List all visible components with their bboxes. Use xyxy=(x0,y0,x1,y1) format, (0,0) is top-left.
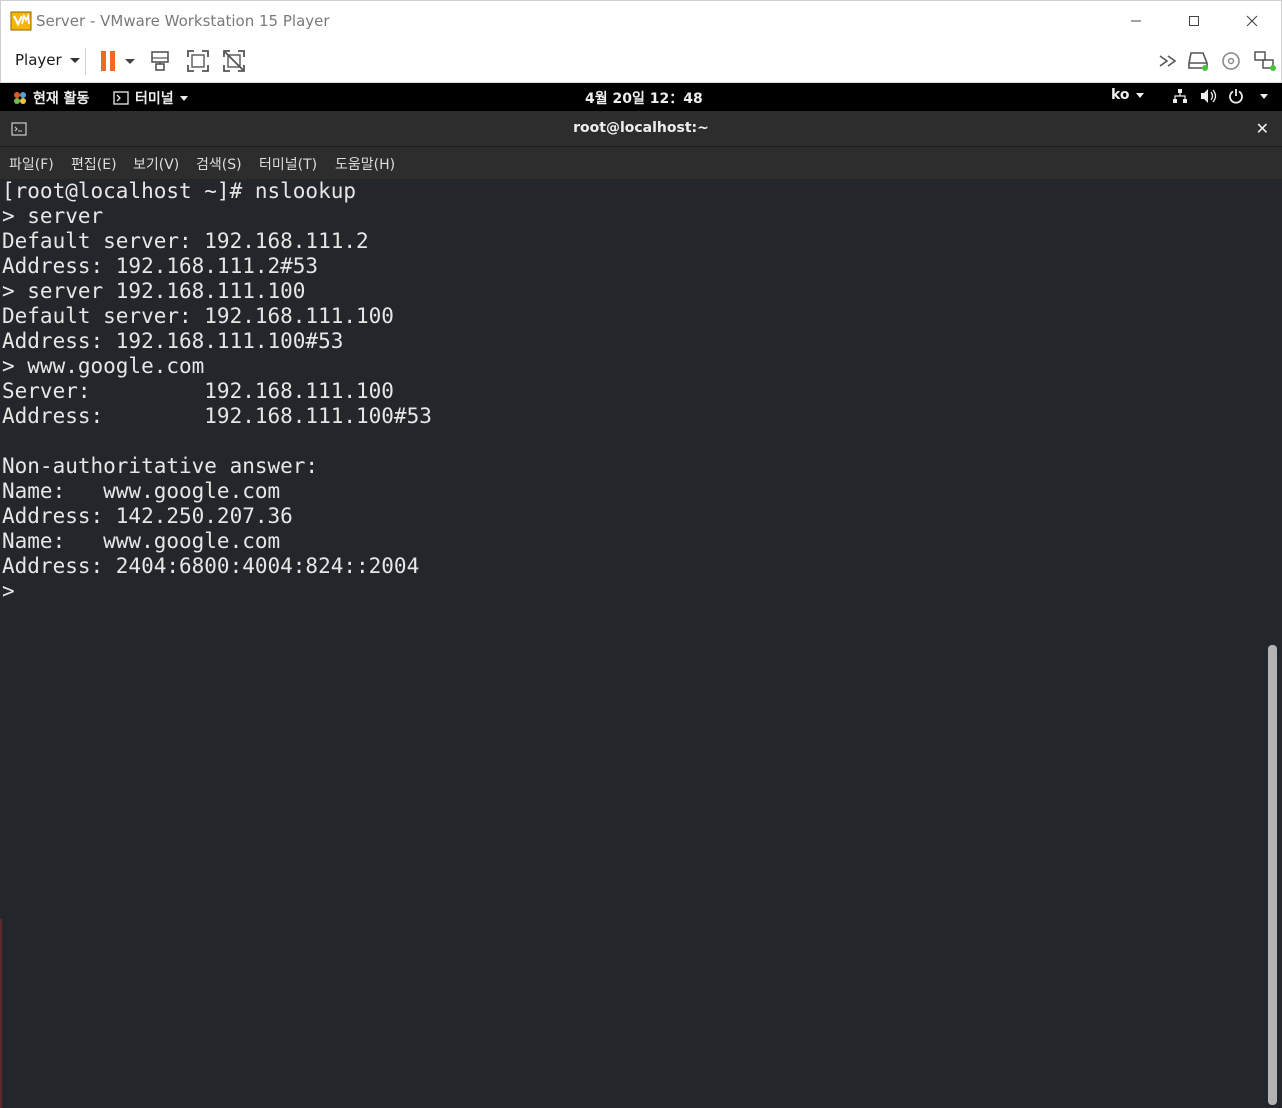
chevron-down-icon xyxy=(1260,93,1268,99)
cd-dvd-icon xyxy=(1222,52,1240,70)
input-language-menu[interactable]: ko xyxy=(1111,87,1144,103)
terminal-output[interactable]: [root@localhost ~]# nslookup > server De… xyxy=(0,179,1282,1108)
window-title: Server - VMware Workstation 15 Player xyxy=(36,11,330,30)
app-menu-label: 터미널 xyxy=(135,91,174,107)
menu-help[interactable]: 도움말(H) xyxy=(335,154,395,174)
chevron-down-icon xyxy=(179,95,188,101)
pause-icon xyxy=(101,51,115,71)
terminal-prompt-line: > xyxy=(2,579,15,603)
unity-icon xyxy=(223,50,245,72)
network-icon xyxy=(1173,89,1187,103)
terminal-scrollbar[interactable] xyxy=(1268,645,1277,1105)
terminal-line: Address: 142.250.207.36 xyxy=(2,504,293,528)
terminal-line: Address: 192.168.111.100#53 xyxy=(2,329,344,353)
terminal-close-button[interactable]: ✕ xyxy=(1256,119,1269,138)
terminal-app-menu[interactable]: 터미널 xyxy=(113,88,188,108)
minimize-icon xyxy=(1131,20,1141,22)
close-icon: ✕ xyxy=(1255,119,1269,138)
chevron-double-right-icon xyxy=(1159,55,1177,67)
power-icon xyxy=(1229,89,1243,104)
gnome-foot-icon xyxy=(14,92,26,104)
toolbar-divider xyxy=(85,48,86,75)
gnome-top-bar: 현재 활동 터미널 4월 20일 12：48 ko xyxy=(0,83,1282,111)
terminal-header-bar: root@localhost:~ ✕ xyxy=(0,111,1282,147)
terminal-line: > server xyxy=(2,204,104,228)
fullscreen-icon xyxy=(187,50,209,72)
terminal-menu-bar: 파일(F) 편집(E) 보기(V) 검색(S) 터미널(T) 도움말(H) xyxy=(0,147,1282,179)
terminal-line: Address: 192.168.111.2#53 xyxy=(2,254,319,278)
close-icon xyxy=(1246,15,1258,27)
terminal-line: Default server: 192.168.111.100 xyxy=(2,304,394,328)
chevron-down-icon xyxy=(69,57,80,63)
more-devices-button[interactable] xyxy=(1156,48,1182,74)
terminal-line: Address: 192.168.111.100#53 xyxy=(2,404,432,428)
fullscreen-button[interactable] xyxy=(185,48,211,74)
clock[interactable]: 4월 20일 12：48 xyxy=(585,88,703,108)
dropdown-caret-icon xyxy=(125,58,135,64)
terminal-icon xyxy=(113,91,129,105)
menu-file[interactable]: 파일(F) xyxy=(9,154,54,174)
menu-edit[interactable]: 편집(E) xyxy=(71,154,117,174)
language-label: ko xyxy=(1111,87,1130,103)
maximize-icon xyxy=(1189,16,1199,26)
terminal-line: Address: 2404:6800:4004:824::2004 xyxy=(2,554,420,578)
player-menu-label: Player xyxy=(15,51,62,69)
vmware-player-icon xyxy=(10,11,32,30)
activities-label: 현재 활동 xyxy=(33,91,90,107)
player-toolbar: Player xyxy=(0,40,1282,83)
power-options-dropdown[interactable] xyxy=(120,48,140,74)
terminal-line: Server: 192.168.111.100 xyxy=(2,379,394,403)
terminal-line: [root@localhost ~]# nslookup xyxy=(2,179,357,203)
terminal-line: > server 192.168.111.100 xyxy=(2,279,306,303)
terminal-title: root@localhost:~ xyxy=(573,120,709,136)
window-edge-accent xyxy=(0,919,2,1108)
send-ctrl-alt-del-button[interactable] xyxy=(148,48,174,74)
terminal-line: Non-authoritative answer: xyxy=(2,454,319,478)
chevron-down-icon xyxy=(1135,92,1144,98)
player-menu-button[interactable]: Player xyxy=(15,51,80,69)
network-adapter-button[interactable] xyxy=(1252,48,1278,74)
maximize-button[interactable] xyxy=(1165,1,1223,41)
terminal-line: Name: www.google.com xyxy=(2,529,281,553)
terminal-lines: [root@localhost ~]# nslookup > server De… xyxy=(2,179,432,604)
activities-button[interactable]: 현재 활동 xyxy=(12,88,89,108)
window-title-bar: Server - VMware Workstation 15 Player xyxy=(0,0,1282,40)
hard-disk-button[interactable] xyxy=(1185,48,1211,74)
send-ctrl-alt-del-icon xyxy=(151,51,169,71)
menu-terminal[interactable]: 터미널(T) xyxy=(259,154,317,174)
system-menu[interactable] xyxy=(1172,88,1268,104)
volume-icon xyxy=(1201,89,1217,103)
close-button[interactable] xyxy=(1223,1,1281,41)
hard-disk-icon xyxy=(1188,52,1208,71)
menu-view[interactable]: 보기(V) xyxy=(133,154,179,174)
network-adapter-icon xyxy=(1254,51,1276,71)
menu-search[interactable]: 검색(S) xyxy=(196,154,242,174)
pause-button[interactable] xyxy=(95,48,121,74)
unity-button[interactable] xyxy=(221,48,247,74)
minimize-button[interactable] xyxy=(1107,1,1165,41)
terminal-line: > www.google.com xyxy=(2,354,205,378)
terminal-line: Default server: 192.168.111.2 xyxy=(2,229,369,253)
terminal-line: Name: www.google.com xyxy=(2,479,281,503)
cd-dvd-button[interactable] xyxy=(1218,48,1244,74)
